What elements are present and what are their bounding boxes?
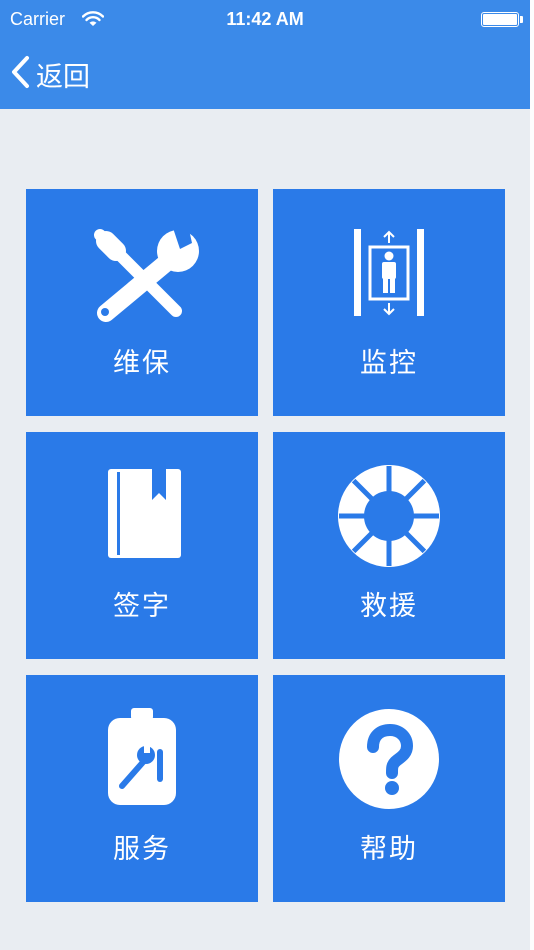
wrench-screwdriver-icon xyxy=(26,189,258,339)
service-tool-icon xyxy=(26,675,258,825)
book-bookmark-icon xyxy=(26,432,258,582)
tile-label: 监控 xyxy=(360,348,418,379)
elevator-icon xyxy=(273,189,505,339)
status-time: 11:42 AM xyxy=(226,9,304,29)
tile-label: 签字 xyxy=(113,591,171,622)
question-circle-icon xyxy=(273,675,505,825)
chevron-left-icon xyxy=(10,55,30,94)
tile-label: 帮助 xyxy=(360,834,418,865)
tile-rescue[interactable]: 救援 xyxy=(273,432,505,659)
lifebuoy-icon xyxy=(273,432,505,582)
tile-label: 维保 xyxy=(113,348,171,379)
tile-service[interactable]: 服务 xyxy=(26,675,258,902)
right-edge-strip xyxy=(530,0,534,950)
tile-monitoring[interactable]: 监控 xyxy=(273,189,505,416)
tile-maintenance[interactable]: 维保 xyxy=(26,189,258,416)
status-bar: Carrier 11:42 AM xyxy=(0,0,530,40)
tile-label: 救援 xyxy=(360,591,418,622)
battery-icon xyxy=(481,12,519,27)
battery-tip xyxy=(520,16,523,23)
tile-help[interactable]: 帮助 xyxy=(273,675,505,902)
back-label: 返回 xyxy=(36,61,90,93)
tile-label: 服务 xyxy=(113,834,171,865)
tile-signature[interactable]: 签字 xyxy=(26,432,258,659)
back-button[interactable]: 返回 xyxy=(10,54,90,94)
navigation-bar: 返回 xyxy=(0,40,530,109)
